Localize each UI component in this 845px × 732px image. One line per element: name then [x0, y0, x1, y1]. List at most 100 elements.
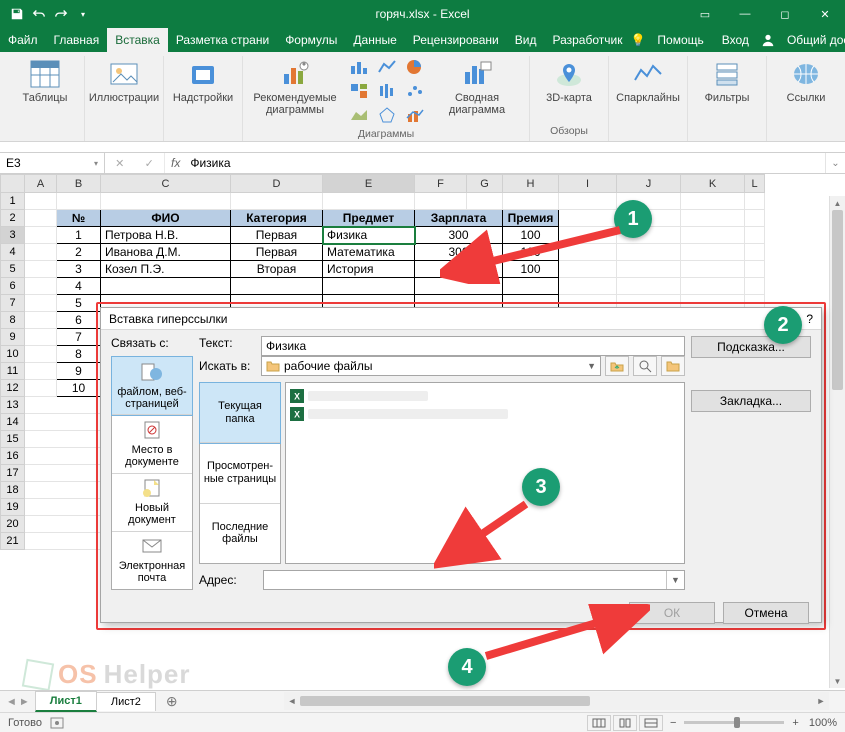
tab-view[interactable]: Вид [507, 28, 545, 52]
file-list[interactable]: X X [285, 382, 685, 564]
redo-icon[interactable] [52, 5, 70, 23]
linkto-document[interactable]: Место в документе [112, 415, 192, 473]
login-button[interactable]: Вход [716, 33, 755, 47]
cell[interactable]: 100 [503, 227, 559, 244]
view-page-break-icon[interactable] [639, 715, 663, 731]
file-item[interactable]: X [290, 387, 680, 405]
accept-formula-icon[interactable]: ✓ [145, 157, 154, 170]
cell[interactable]: Первая [231, 227, 323, 244]
undo-icon[interactable] [30, 5, 48, 23]
bookmark-button[interactable]: Закладка... [691, 390, 811, 412]
cell[interactable]: 300 [415, 227, 503, 244]
col-header[interactable]: J [617, 175, 681, 193]
tab-file[interactable]: Файл [0, 28, 46, 52]
cancel-button[interactable]: Отмена [723, 602, 809, 624]
table-header[interactable]: ФИО [101, 210, 231, 227]
table-header[interactable]: № [57, 210, 101, 227]
cell[interactable]: 1 [57, 227, 101, 244]
horizontal-scrollbar[interactable]: ◄► [284, 692, 829, 710]
share-button[interactable]: Общий доступ [781, 33, 845, 47]
zoom-out-icon[interactable]: − [670, 717, 676, 729]
new-sheet-icon[interactable]: ⊕ [156, 693, 188, 710]
tab-home[interactable]: Главная [46, 28, 108, 52]
sheet-nav-next-icon[interactable]: ► [19, 696, 30, 708]
minimize-icon[interactable]: — [725, 0, 765, 28]
text-input[interactable] [261, 336, 685, 356]
help-button[interactable]: Помощь [651, 33, 709, 47]
col-header[interactable]: A [25, 175, 57, 193]
chart-bar-icon[interactable] [345, 56, 373, 78]
col-header[interactable]: G [467, 175, 503, 193]
chart-stat-icon[interactable] [373, 80, 401, 102]
cell[interactable]: Петрова Н.В. [101, 227, 231, 244]
zoom-level[interactable]: 100% [809, 717, 837, 729]
row-header[interactable]: 4 [1, 244, 25, 261]
chart-pie-icon[interactable] [401, 56, 429, 78]
tab-data[interactable]: Данные [345, 28, 404, 52]
sheet-tab[interactable]: Лист2 [96, 692, 156, 711]
address-dropdown-icon[interactable]: ▼ [666, 571, 684, 589]
file-item[interactable]: X [290, 405, 680, 423]
browse-web-icon[interactable] [633, 356, 657, 376]
lookin-dropdown[interactable]: рабочие файлы ▼ [261, 356, 601, 376]
chart-radar-icon[interactable] [373, 104, 401, 126]
vertical-scrollbar[interactable]: ▲▼ [829, 196, 845, 688]
zoom-in-icon[interactable]: + [792, 717, 798, 729]
linkto-new-doc[interactable]: Новый документ [112, 474, 192, 532]
zoom-slider[interactable] [684, 721, 784, 724]
col-header[interactable]: D [231, 175, 323, 193]
chart-scatter-icon[interactable] [401, 80, 429, 102]
tab-current-folder[interactable]: Текущая папка [200, 383, 280, 443]
save-icon[interactable] [8, 5, 26, 23]
browse-file-icon[interactable] [661, 356, 685, 376]
dialog-help-icon[interactable]: ? [806, 312, 813, 326]
filters-button[interactable]: Фильтры [694, 56, 760, 106]
maximize-icon[interactable]: ◻ [765, 0, 805, 28]
qat-customize-icon[interactable]: ▾ [74, 5, 92, 23]
address-input[interactable]: ▼ [263, 570, 685, 590]
tab-developer[interactable]: Разработчик [544, 28, 630, 52]
macro-record-icon[interactable] [50, 717, 64, 729]
table-header[interactable]: Категория [231, 210, 323, 227]
col-header[interactable]: E [323, 175, 415, 193]
row-header[interactable]: 1 [1, 193, 25, 210]
chart-line-icon[interactable] [373, 56, 401, 78]
chart-combo-icon[interactable] [401, 104, 429, 126]
row-header[interactable]: 2 [1, 210, 25, 227]
tab-formulas[interactable]: Формулы [277, 28, 345, 52]
up-folder-icon[interactable] [605, 356, 629, 376]
links-button[interactable]: Ссылки [773, 56, 839, 106]
illustrations-button[interactable]: Иллюстрации [91, 56, 157, 106]
col-header[interactable]: C [101, 175, 231, 193]
pivot-chart-button[interactable]: Сводная диаграмма [431, 56, 523, 118]
col-header[interactable]: I [559, 175, 617, 193]
formula-input[interactable]: Физика [186, 156, 825, 170]
linkto-email[interactable]: Электронная почта [112, 532, 192, 589]
ribbon-options-icon[interactable]: ▭ [685, 0, 725, 28]
view-normal-icon[interactable] [587, 715, 611, 731]
active-cell[interactable]: Физика [323, 227, 415, 244]
table-header[interactable]: Премия [503, 210, 559, 227]
view-page-layout-icon[interactable] [613, 715, 637, 731]
select-all-corner[interactable] [1, 175, 25, 193]
col-header[interactable]: K [681, 175, 745, 193]
col-header[interactable]: L [745, 175, 765, 193]
tab-insert[interactable]: Вставка [107, 28, 168, 52]
recommended-charts-button[interactable]: Рекомендуемые диаграммы [249, 56, 341, 118]
name-box[interactable]: E3 [0, 153, 105, 173]
linkto-file-web[interactable]: файлом, веб-страницей [112, 357, 192, 415]
row-header[interactable]: 3 [1, 227, 25, 244]
tab-recent-files[interactable]: Последние файлы [200, 504, 280, 563]
addins-button[interactable]: Надстройки [170, 56, 236, 106]
row-header[interactable]: 5 [1, 261, 25, 278]
cancel-formula-icon[interactable]: ✕ [115, 157, 124, 170]
col-header[interactable]: B [57, 175, 101, 193]
ok-button[interactable]: ОК [629, 602, 715, 624]
col-header[interactable]: F [415, 175, 467, 193]
close-icon[interactable]: ✕ [805, 0, 845, 28]
sparklines-button[interactable]: Спарклайны [615, 56, 681, 106]
tab-layout[interactable]: Разметка страни [168, 28, 277, 52]
col-header[interactable]: H [503, 175, 559, 193]
table-header[interactable]: Зарплата [415, 210, 503, 227]
tab-browsed-pages[interactable]: Просмотрен-ные страницы [200, 443, 280, 503]
